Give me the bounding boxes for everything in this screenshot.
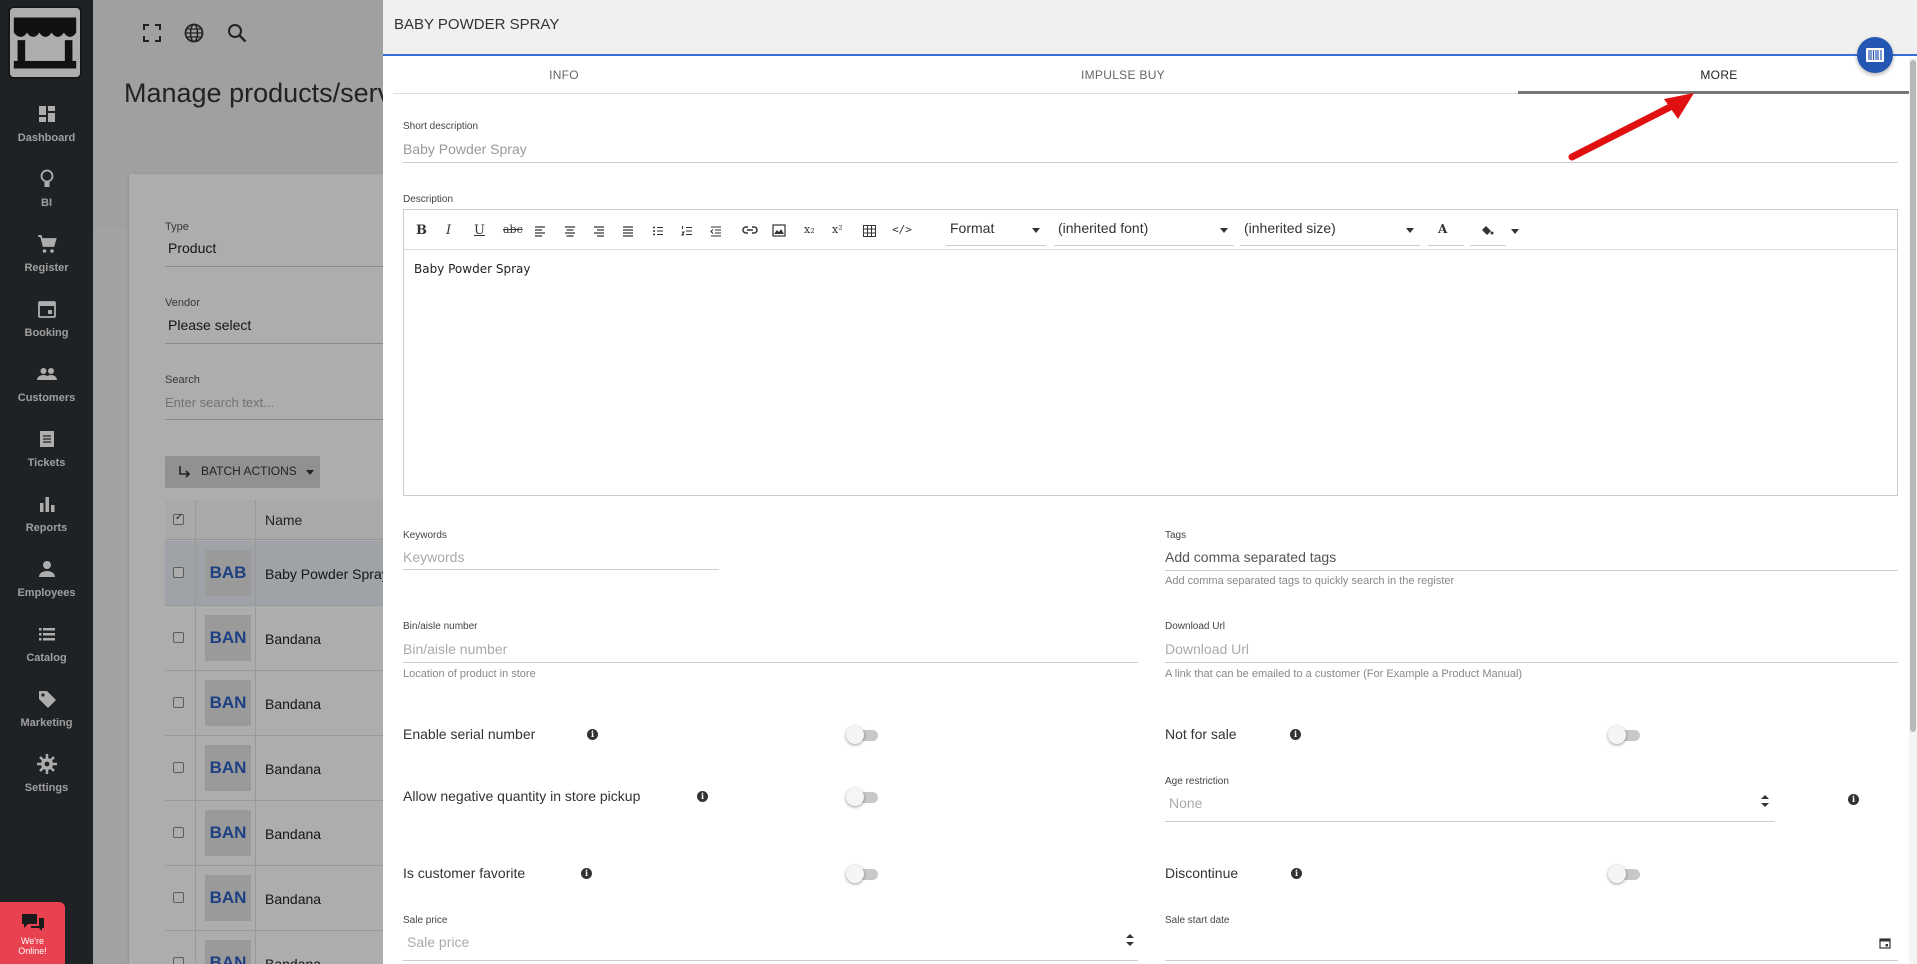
enable-serial-toggle[interactable]: [846, 726, 880, 744]
tab-info[interactable]: INFO: [393, 58, 735, 94]
italic-icon[interactable]: I: [446, 223, 451, 238]
age-restriction-underline: [1165, 821, 1775, 822]
dialog-header: BABY POWDER SPRAY: [383, 0, 1917, 56]
info-icon[interactable]: i: [1290, 729, 1301, 740]
chat-bubbles-icon: [21, 914, 44, 931]
align-right-icon[interactable]: [593, 225, 605, 237]
description-label: Description: [403, 194, 454, 205]
chevron-down-icon: [1406, 228, 1414, 233]
align-justify-icon[interactable]: [622, 225, 634, 237]
sale-start-label: Sale start date: [1165, 915, 1230, 926]
size-value: (inherited size): [1244, 220, 1336, 236]
calendar-icon[interactable]: [1879, 937, 1891, 949]
sale-start-underline: [1165, 960, 1898, 961]
number-spinner-icon[interactable]: [1760, 794, 1770, 808]
download-url-label: Download Url: [1165, 621, 1226, 632]
chevron-down-icon: [1220, 228, 1228, 233]
chat-label: Online!: [18, 946, 47, 956]
keywords-input[interactable]: Keywords: [403, 549, 464, 565]
info-icon[interactable]: i: [581, 868, 592, 879]
info-icon[interactable]: i: [587, 729, 598, 740]
short-description-label: Short description: [403, 121, 479, 132]
editor-content[interactable]: Baby Powder Spray: [414, 262, 530, 276]
font-value: (inherited font): [1058, 220, 1149, 236]
sale-price-label: Sale price: [403, 915, 448, 926]
font-dropdown[interactable]: (inherited font): [1054, 216, 1234, 246]
short-description-input[interactable]: Baby Powder Spray: [403, 141, 527, 157]
bin-hint: Location of product in store: [403, 668, 536, 680]
info-icon[interactable]: i: [1291, 868, 1302, 879]
dialog-title: BABY POWDER SPRAY: [394, 16, 560, 33]
download-url-input[interactable]: Download Url: [1165, 641, 1249, 657]
table-icon[interactable]: [863, 225, 876, 237]
customer-favorite-toggle[interactable]: [846, 865, 880, 883]
download-url-hint: A link that can be emailed to a customer…: [1165, 668, 1523, 680]
tags-underline: [1165, 570, 1898, 571]
chevron-down-icon[interactable]: [1511, 229, 1519, 234]
strikethrough-icon[interactable]: abc: [503, 223, 523, 236]
tags-hint: Add comma separated tags to quickly sear…: [1165, 575, 1455, 587]
allow-negative-label: Allow negative quantity in store pickup: [403, 788, 641, 804]
bin-label: Bin/aisle number: [403, 621, 478, 632]
allow-negative-toggle[interactable]: [846, 788, 880, 806]
align-left-icon[interactable]: [534, 225, 546, 237]
annotation-arrow: [1568, 93, 1694, 161]
tags-input[interactable]: Add comma separated tags: [1165, 549, 1336, 565]
not-for-sale-label: Not for sale: [1165, 726, 1237, 742]
code-icon[interactable]: </>: [892, 223, 912, 236]
number-spinner-icon[interactable]: [1125, 933, 1135, 947]
underline-icon[interactable]: U: [474, 223, 485, 238]
barcode-button[interactable]: [1857, 37, 1893, 73]
tab-impulse-buy[interactable]: IMPULSE BUY: [735, 58, 1511, 94]
superscript-icon[interactable]: x²: [832, 223, 843, 236]
sale-price-underline: [403, 960, 1138, 961]
sale-price-input[interactable]: Sale price: [407, 934, 469, 950]
editor-toolbar: B I U abc x₂ x² </> Format (inherited fo…: [404, 210, 1897, 250]
customer-favorite-label: Is customer favorite: [403, 865, 526, 881]
bullet-list-icon[interactable]: [652, 225, 664, 237]
not-for-sale-toggle[interactable]: [1608, 726, 1642, 744]
bold-icon[interactable]: B: [416, 223, 427, 238]
text-color-button[interactable]: A: [1428, 216, 1464, 246]
numbered-list-icon[interactable]: [681, 225, 693, 237]
format-value: Format: [950, 220, 995, 236]
age-restriction-label: Age restriction: [1165, 776, 1229, 787]
description-editor[interactable]: B I U abc x₂ x² </> Format (inherited fo…: [403, 209, 1898, 496]
enable-serial-label: Enable serial number: [403, 726, 536, 742]
info-icon[interactable]: i: [697, 791, 708, 802]
age-restriction-input[interactable]: None: [1169, 795, 1202, 811]
outdent-icon[interactable]: [710, 225, 722, 237]
keywords-label: Keywords: [403, 530, 447, 541]
keywords-underline: [403, 569, 719, 570]
bin-underline: [403, 662, 1138, 663]
chat-label: We're: [20, 936, 45, 946]
image-icon[interactable]: [772, 224, 786, 237]
format-dropdown[interactable]: Format: [946, 216, 1046, 246]
discontinue-toggle[interactable]: [1608, 865, 1642, 883]
size-dropdown[interactable]: (inherited size): [1240, 216, 1420, 246]
link-icon[interactable]: [742, 224, 758, 236]
dialog-scrollbar-thumb[interactable]: [1910, 60, 1916, 732]
live-chat-button[interactable]: We're Online!: [0, 902, 65, 964]
discontinue-label: Discontinue: [1165, 865, 1239, 881]
tags-label: Tags: [1165, 530, 1187, 541]
subscript-icon[interactable]: x₂: [804, 223, 815, 236]
download-url-underline: [1165, 662, 1898, 663]
align-center-icon[interactable]: [564, 225, 576, 237]
paint-bucket-icon: [1482, 226, 1494, 235]
highlight-color-button[interactable]: [1470, 216, 1506, 246]
chevron-down-icon: [1032, 228, 1040, 233]
info-icon[interactable]: i: [1848, 794, 1859, 805]
barcode-icon: [1866, 48, 1884, 62]
bin-input[interactable]: Bin/aisle number: [403, 641, 507, 657]
